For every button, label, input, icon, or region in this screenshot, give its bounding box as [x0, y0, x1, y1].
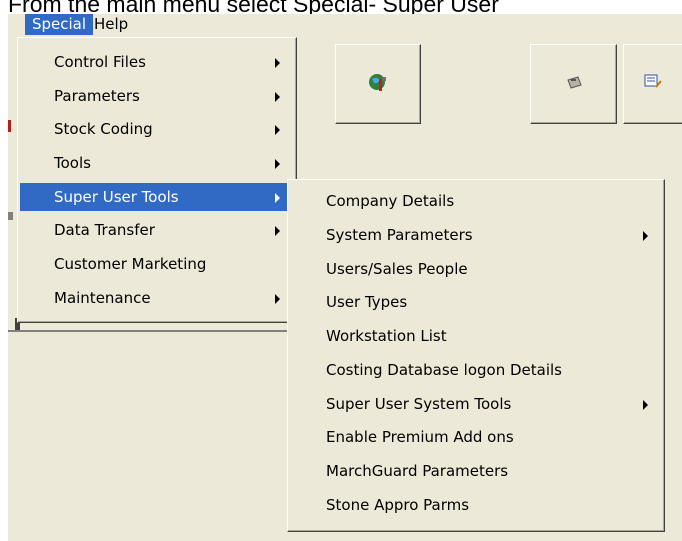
menu-item-users-sales-people[interactable]: Users/Sales People: [290, 255, 662, 283]
submenu-arrow-icon: [275, 193, 280, 203]
super-user-tools-submenu: Company Details System Parameters Users/…: [287, 179, 665, 532]
submenu-arrow-icon: [643, 231, 648, 241]
background-fragment: [8, 212, 13, 220]
menu-item-user-types[interactable]: User Types: [290, 288, 662, 316]
toolbar-button-globe[interactable]: [335, 44, 421, 124]
menu-item-stock-coding[interactable]: Stock Coding: [20, 115, 294, 143]
menu-bar: Special Help: [8, 14, 682, 35]
menu-item-data-transfer[interactable]: Data Transfer: [20, 216, 294, 244]
toolbar-button-toaster[interactable]: [530, 44, 617, 124]
toolbar-button-notepad[interactable]: [623, 44, 682, 124]
menu-item-workstation-list[interactable]: Workstation List: [290, 322, 662, 350]
background-fragment: [8, 120, 11, 132]
submenu-arrow-icon: [275, 294, 280, 304]
menu-item-super-user-system-tools[interactable]: Super User System Tools: [290, 390, 662, 418]
submenu-arrow-icon: [275, 125, 280, 135]
submenu-arrow-icon: [643, 400, 648, 410]
submenu-arrow-icon: [275, 92, 280, 102]
menu-item-enable-premium-add-ons[interactable]: Enable Premium Add ons: [290, 423, 662, 451]
menu-help[interactable]: Help: [87, 14, 135, 35]
menu-item-costing-database-logon[interactable]: Costing Database logon Details: [290, 356, 662, 384]
menu-item-maintenance[interactable]: Maintenance: [20, 284, 294, 312]
menu-item-tools[interactable]: Tools: [20, 149, 294, 177]
submenu-arrow-icon: [275, 226, 280, 236]
menu-item-parameters[interactable]: Parameters: [20, 82, 294, 110]
menu-item-stone-appro-parms[interactable]: Stone Appro Parms: [290, 491, 662, 519]
submenu-arrow-icon: [275, 159, 280, 169]
menu-item-super-user-tools[interactable]: Super User Tools: [20, 183, 294, 211]
special-menu: Control Files Parameters Stock Coding To…: [17, 37, 297, 323]
toaster-icon: [565, 73, 583, 95]
menu-item-company-details[interactable]: Company Details: [290, 187, 662, 215]
submenu-arrow-icon: [275, 58, 280, 68]
menu-item-control-files[interactable]: Control Files: [20, 48, 294, 76]
menu-item-system-parameters[interactable]: System Parameters: [290, 221, 662, 249]
menu-item-marchguard-parameters[interactable]: MarchGuard Parameters: [290, 457, 662, 485]
globe-tools-icon: [367, 71, 389, 97]
menu-item-customer-marketing[interactable]: Customer Marketing: [20, 250, 294, 278]
notepad-icon: [644, 73, 664, 95]
background-divider: [8, 330, 288, 332]
menu-special[interactable]: Special: [25, 14, 94, 35]
